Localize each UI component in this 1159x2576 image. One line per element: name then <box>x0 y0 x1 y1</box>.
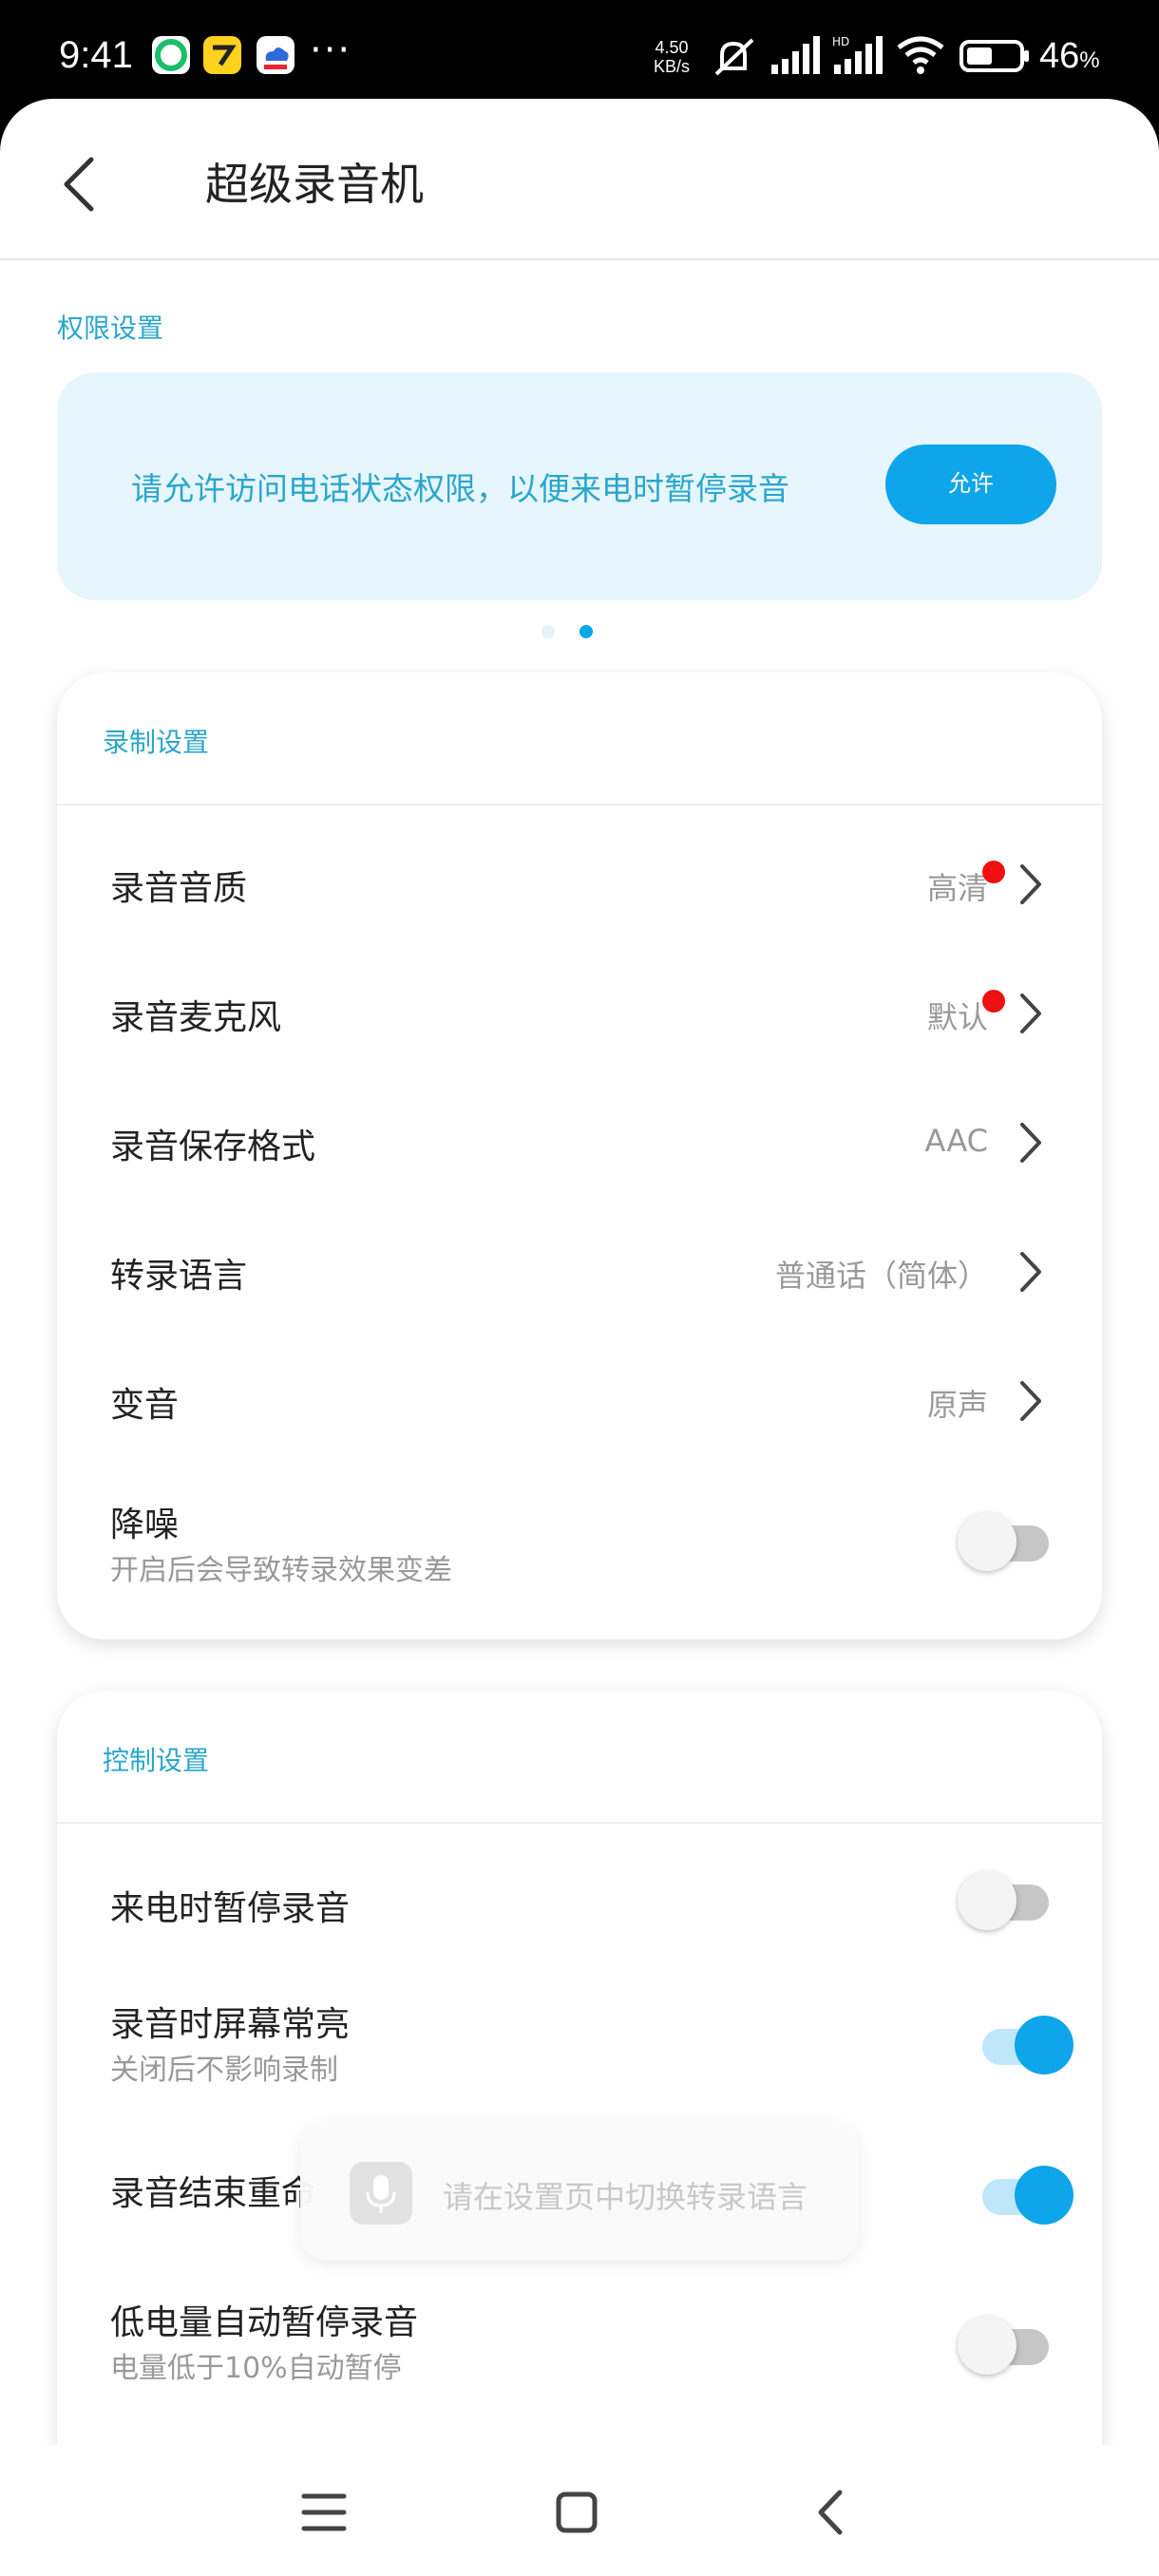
control-settings-label: 控制设置 <box>103 1745 210 1776</box>
permissions-section-label: 权限设置 <box>57 313 164 344</box>
row-value: 高清 <box>926 870 988 906</box>
svg-text:HD: HD <box>832 35 849 48</box>
setting-row-audio-quality[interactable]: 录音音质 高清 <box>57 819 1102 948</box>
setting-row-voice-change[interactable]: 变音 原声 <box>57 1335 1102 1465</box>
app-icon-green <box>152 36 190 74</box>
back-button[interactable] <box>53 146 110 222</box>
toggle-knob <box>958 1512 1016 1571</box>
settings-page: 超级录音机 权限设置 请允许访问电话状态权限，以便来电时暂停录音 允许 录制设置… <box>0 99 1159 2445</box>
row-title: 来电时暂停录音 <box>110 1889 351 1928</box>
row-title: 录音时屏幕常亮 <box>110 2005 351 2044</box>
chevron-right-icon <box>1020 1252 1041 1292</box>
chevron-right-icon <box>1020 1123 1041 1163</box>
pager-dot-active[interactable] <box>580 625 593 638</box>
new-badge <box>982 990 1005 1013</box>
battery-value: 46 <box>1039 36 1080 76</box>
row-title: 录音麦克风 <box>110 998 282 1037</box>
speed-unit: KB/s <box>654 57 691 76</box>
setting-row-microphone[interactable]: 录音麦克风 默认 <box>57 948 1102 1077</box>
row-subtitle: 电量低于10%自动暂停 <box>110 2352 402 2385</box>
signal-hd-icon: HD <box>832 35 883 74</box>
permission-banner: 请允许访问电话状态权限，以便来电时暂停录音 允许 <box>57 372 1102 600</box>
chevron-right-icon <box>1020 994 1041 1033</box>
row-subtitle: 关闭后不影响录制 <box>110 2054 338 2087</box>
row-value: 原声 <box>926 1387 988 1423</box>
setting-row-screen-on: 录音时屏幕常亮 关闭后不影响录制 <box>57 1974 1102 2116</box>
wifi-icon <box>897 36 944 74</box>
pause-on-call-toggle[interactable] <box>958 1871 1053 1930</box>
row-title: 低电量自动暂停录音 <box>110 2303 419 2342</box>
noise-reduction-toggle[interactable] <box>958 1512 1053 1571</box>
row-subtitle: 开启后会导致转录效果变差 <box>110 1554 452 1587</box>
allow-button[interactable]: 允许 <box>885 445 1056 524</box>
menu-button[interactable] <box>291 2479 357 2546</box>
control-settings-card: 控制设置 来电时暂停录音 录音时屏幕常亮 关闭后不影响录制 录音结束重命 低电量… <box>57 1691 1102 2445</box>
row-title: 降噪 <box>110 1506 180 1544</box>
signal-icon <box>771 36 820 74</box>
row-value: 默认 <box>926 999 988 1035</box>
app-icon-yellow <box>203 36 241 74</box>
chevron-left-icon <box>64 157 94 212</box>
battery-unit: % <box>1079 47 1100 73</box>
record-settings-card: 录制设置 录音音质 高清 录音麦克风 默认 录音保存格式 AAC 转录语言 普通… <box>57 672 1102 1639</box>
page-title: 超级录音机 <box>205 159 424 210</box>
setting-row-noise-reduction: 降噪 开启后会导致转录效果变差 <box>57 1468 1102 1611</box>
speed-value: 4.50 <box>655 38 689 57</box>
microphone-icon <box>350 2162 412 2225</box>
control-settings-header: 控制设置 <box>57 1691 1102 1824</box>
back-nav-button[interactable] <box>798 2479 864 2546</box>
battery-icon <box>960 40 1029 72</box>
toggle-knob <box>958 2316 1016 2375</box>
row-title: 录音保存格式 <box>110 1127 316 1166</box>
setting-row-format[interactable]: 录音保存格式 AAC <box>57 1077 1102 1206</box>
system-nav-bar <box>0 2445 1159 2576</box>
rename-after-recording-toggle[interactable] <box>978 2166 1074 2225</box>
chevron-right-icon <box>1020 1381 1041 1421</box>
mute-icon <box>714 38 754 76</box>
record-settings-header: 录制设置 <box>57 672 1102 805</box>
row-title: 转录语言 <box>110 1257 248 1296</box>
back-triangle-icon <box>818 2490 843 2535</box>
permission-banner-text: 请允许访问电话状态权限，以便来电时暂停录音 <box>131 470 789 507</box>
record-settings-label: 录制设置 <box>103 727 210 758</box>
app-header: 超级录音机 <box>0 99 1159 260</box>
row-title: 变音 <box>110 1386 180 1425</box>
setting-row-transcribe-language[interactable]: 转录语言 普通话（简体） <box>57 1206 1102 1335</box>
network-speed: 4.50 KB/s <box>654 38 690 76</box>
home-button[interactable] <box>543 2479 610 2546</box>
battery-percent: 46% <box>1039 36 1100 77</box>
row-title: 录音结束重命 <box>110 2174 316 2213</box>
setting-row-low-battery-pause: 低电量自动暂停录音 电量低于10%自动暂停 <box>57 2276 1102 2418</box>
chevron-right-icon <box>1020 864 1041 904</box>
toggle-knob <box>1015 2016 1074 2074</box>
pager-dot-inactive[interactable] <box>542 625 555 638</box>
screen-on-toggle[interactable] <box>978 2016 1074 2074</box>
row-title: 录音音质 <box>110 869 248 908</box>
app-icon-cloud <box>256 36 294 74</box>
toast-notification: 请在设置页中切换转录语言 <box>300 2122 859 2261</box>
toast-text: 请在设置页中切换转录语言 <box>443 2179 808 2215</box>
more-notifications-icon: ··· <box>310 28 352 72</box>
low-battery-pause-toggle[interactable] <box>958 2316 1053 2375</box>
menu-icon <box>301 2493 347 2531</box>
status-bar: 9:41 ··· 4.50 KB/s HD 46% <box>0 0 1159 112</box>
toggle-knob <box>958 1871 1016 1930</box>
home-square-icon <box>556 2491 598 2533</box>
row-value: AAC <box>924 1123 988 1159</box>
setting-row-pause-on-call: 来电时暂停录音 <box>57 1837 1102 1966</box>
toggle-knob <box>1015 2166 1074 2225</box>
status-time: 9:41 <box>59 34 133 76</box>
new-badge <box>982 861 1005 883</box>
row-value: 普通话（简体） <box>774 1258 988 1294</box>
